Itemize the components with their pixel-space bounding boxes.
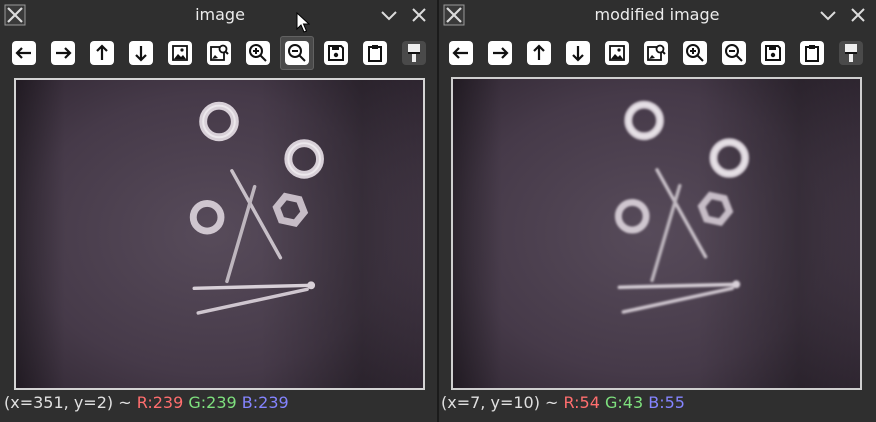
pan-up-button[interactable] — [85, 36, 119, 70]
modified-image-window: modified image (x=7, y=10) ~ R:54 G:43 B… — [439, 0, 876, 422]
app-icon — [443, 4, 465, 26]
zoom-out-icon — [722, 41, 746, 65]
pan-up-button[interactable] — [522, 36, 556, 70]
status-blue-value: B:55 — [648, 393, 685, 412]
pan-right-button[interactable] — [483, 36, 517, 70]
zoom-in-button[interactable] — [241, 36, 275, 70]
zoom-fit-button[interactable] — [163, 36, 197, 70]
status-green-value: G:43 — [605, 393, 644, 412]
zoom-in-icon — [683, 41, 707, 65]
arrow-up-icon — [90, 41, 114, 65]
image-icon — [168, 41, 192, 65]
title-bar[interactable]: modified image — [439, 0, 876, 30]
status-blue-value: B:239 — [241, 393, 289, 412]
app-icon — [4, 4, 26, 26]
mouse-cursor-icon — [296, 12, 310, 33]
paintbrush-icon — [839, 41, 863, 65]
minimize-icon[interactable] — [379, 5, 399, 25]
zoom-in-icon — [246, 41, 270, 65]
properties-button[interactable] — [397, 36, 431, 70]
arrow-up-icon — [527, 41, 551, 65]
copy-button[interactable] — [358, 36, 392, 70]
zoom-original-button[interactable] — [202, 36, 236, 70]
pan-left-button[interactable] — [7, 36, 41, 70]
modified-image-canvas[interactable] — [451, 77, 862, 390]
save-icon — [761, 41, 785, 65]
image-canvas[interactable] — [14, 78, 425, 390]
zoom-image-icon — [644, 41, 668, 65]
copy-button[interactable] — [795, 36, 829, 70]
zoom-in-button[interactable] — [678, 36, 712, 70]
pan-down-button[interactable] — [124, 36, 158, 70]
zoom-original-button[interactable] — [639, 36, 673, 70]
arrow-down-icon — [566, 41, 590, 65]
status-coordinates: (x=7, y=10) ~ — [441, 393, 559, 412]
close-icon[interactable] — [409, 5, 429, 25]
paintbrush-icon — [402, 41, 426, 65]
image-window: image (x=351, y=2) ~ R:239 G:239 B:239 — [0, 0, 437, 422]
clipboard-icon — [800, 41, 824, 65]
image-icon — [605, 41, 629, 65]
zoom-image-icon — [207, 41, 231, 65]
arrow-left-icon — [12, 41, 36, 65]
toolbar — [0, 36, 437, 72]
close-icon[interactable] — [848, 5, 868, 25]
status-bar: (x=7, y=10) ~ R:54 G:43 B:55 — [441, 392, 685, 414]
arrow-right-icon — [51, 41, 75, 65]
window-title: modified image — [594, 5, 720, 24]
zoom-out-icon — [285, 41, 309, 65]
image-display — [16, 80, 423, 388]
status-green-value: G:239 — [188, 393, 237, 412]
pan-down-button[interactable] — [561, 36, 595, 70]
arrow-right-icon — [488, 41, 512, 65]
zoom-out-button[interactable] — [280, 36, 314, 70]
pan-right-button[interactable] — [46, 36, 80, 70]
status-red-value: R:54 — [563, 393, 600, 412]
clipboard-icon — [363, 41, 387, 65]
window-title: image — [195, 5, 245, 24]
save-button[interactable] — [756, 36, 790, 70]
title-bar[interactable]: image — [0, 0, 437, 30]
toolbar — [439, 36, 876, 72]
arrow-down-icon — [129, 41, 153, 65]
status-coordinates: (x=351, y=2) ~ — [4, 393, 132, 412]
zoom-fit-button[interactable] — [600, 36, 634, 70]
status-bar: (x=351, y=2) ~ R:239 G:239 B:239 — [4, 392, 289, 414]
save-button[interactable] — [319, 36, 353, 70]
zoom-out-button[interactable] — [717, 36, 751, 70]
arrow-left-icon — [449, 41, 473, 65]
status-red-value: R:239 — [136, 393, 184, 412]
properties-button[interactable] — [834, 36, 868, 70]
pan-left-button[interactable] — [444, 36, 478, 70]
minimize-icon[interactable] — [818, 5, 838, 25]
save-icon — [324, 41, 348, 65]
modified-image-display — [453, 79, 860, 388]
